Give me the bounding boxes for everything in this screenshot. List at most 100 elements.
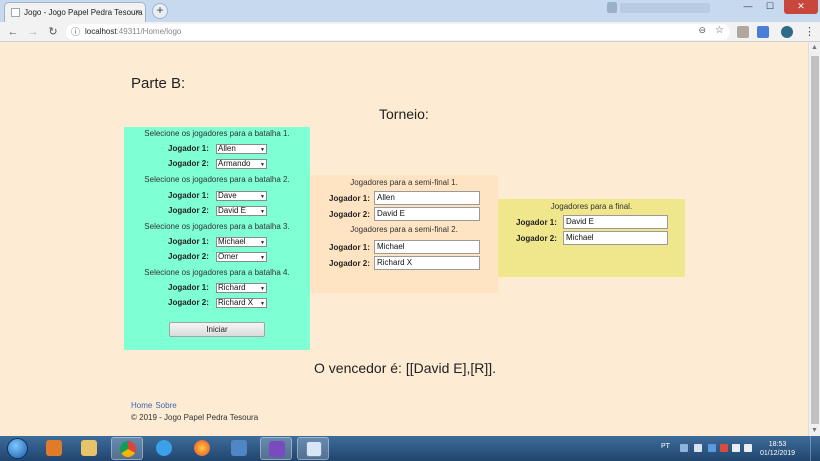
winner-text: O vencedor é: [[David E],[R]]. <box>314 360 497 376</box>
taskbar-media-player[interactable] <box>38 437 70 460</box>
extension-icon[interactable] <box>737 26 749 38</box>
profile-name-blurred <box>620 3 710 13</box>
taskbar-explorer[interactable] <box>73 437 105 460</box>
player2-label: Jogador 2: <box>168 206 209 215</box>
zoom-icon[interactable]: ⊖ <box>698 25 706 36</box>
close-window-button[interactable]: ✕ <box>784 0 818 14</box>
network-icon[interactable] <box>694 444 702 452</box>
extension-icon[interactable] <box>781 26 793 38</box>
semifinal-caption: Jogadores para a semi-final 2. <box>350 225 458 234</box>
semifinal2-player1-field[interactable]: Michael <box>374 240 480 254</box>
dropdown-arrow-icon: ▼ <box>260 286 265 292</box>
monitor-icon[interactable] <box>732 444 740 452</box>
semifinal2-player2-field[interactable]: Richard X <box>374 256 480 270</box>
player1-label: Jogador 1: <box>329 194 370 203</box>
bookmark-star-icon[interactable]: ☆ <box>715 25 724 36</box>
footer-links: Home Sobre <box>131 401 180 410</box>
clock-time: 18:53 <box>768 441 787 448</box>
battle4-player2-select[interactable]: Richard X ▼ <box>216 298 267 308</box>
system-tray: PT 18:53 01/12/2019 <box>656 436 820 461</box>
battle1-player2-select[interactable]: Armando ▼ <box>216 159 267 169</box>
url-text: localhost:49311/Home/logo <box>85 27 181 36</box>
final-player2-field[interactable]: Michael <box>563 231 668 245</box>
battle3-player1-select[interactable]: Michael ▼ <box>216 237 267 247</box>
about-link[interactable]: Sobre <box>155 401 176 410</box>
player2-label: Jogador 2: <box>329 210 370 219</box>
tray-arrow-icon[interactable] <box>680 444 688 452</box>
maximize-button[interactable]: ☐ <box>760 0 780 14</box>
battle-caption: Selecione os jogadores para a batalha 2. <box>144 175 290 184</box>
section-heading: Parte B: <box>131 75 186 92</box>
semifinal1-player1-field[interactable]: Allen <box>374 191 480 205</box>
media-player-icon <box>46 440 62 456</box>
profile-icon[interactable] <box>607 2 617 13</box>
dropdown-arrow-icon: ▼ <box>260 162 265 168</box>
battle-caption: Selecione os jogadores para a batalha 4. <box>144 268 290 277</box>
battle-caption: Selecione os jogadores para a batalha 3. <box>144 222 290 231</box>
firefox-icon <box>194 440 210 456</box>
scrollbar-thumb[interactable] <box>811 56 819 424</box>
taskbar-ie[interactable] <box>148 437 180 460</box>
taskbar: PT 18:53 01/12/2019 <box>0 436 820 461</box>
dropdown-arrow-icon: ▼ <box>260 209 265 215</box>
address-bar[interactable]: ⓘ localhost:49311/Home/logo ⊖ ☆ <box>66 24 730 40</box>
vertical-scrollbar[interactable]: ▲ ▼ <box>808 42 820 436</box>
scroll-down-icon[interactable]: ▼ <box>811 427 818 434</box>
minimize-button[interactable]: — <box>738 0 758 14</box>
battle3-player2-select[interactable]: Omer ▼ <box>216 252 267 262</box>
player1-label: Jogador 1: <box>168 144 209 153</box>
round1-panel: Selecione os jogadores para a batalha 1.… <box>124 127 310 350</box>
forward-arrow-icon[interactable]: → <box>26 25 40 39</box>
dropdown-arrow-icon: ▼ <box>260 301 265 307</box>
page-content: Parte B: Torneio: Selecione os jogadores… <box>0 42 808 436</box>
new-tab-button[interactable]: + <box>152 3 168 19</box>
reload-icon[interactable]: ↻ <box>46 25 60 39</box>
scroll-up-icon[interactable]: ▲ <box>811 44 818 51</box>
taskbar-visual-studio[interactable] <box>260 437 292 460</box>
dropdown-arrow-icon: ▼ <box>260 194 265 200</box>
browser-toolbar: ← → ↻ ⓘ localhost:49311/Home/logo ⊖ ☆ ⋮ <box>0 22 820 42</box>
semifinal1-player2-field[interactable]: David E <box>374 207 480 221</box>
show-desktop-button[interactable] <box>810 436 820 461</box>
taskbar-app[interactable] <box>223 437 255 460</box>
window-app-icon <box>306 441 322 457</box>
battle2-player1-select[interactable]: Dave ▼ <box>216 191 267 201</box>
tournament-heading: Torneio: <box>379 106 429 122</box>
back-arrow-icon[interactable]: ← <box>6 25 20 39</box>
info-icon[interactable]: ⓘ <box>71 25 80 38</box>
player1-label: Jogador 1: <box>516 218 557 227</box>
volume-icon[interactable] <box>744 444 752 452</box>
final-player1-field[interactable]: David E <box>563 215 668 229</box>
start-button[interactable] <box>2 436 32 461</box>
final-caption: Jogadores para a final. <box>550 202 633 211</box>
copyright-text: © 2019 - Jogo Papel Pedra Tesoura <box>131 413 259 422</box>
tab-close-icon[interactable]: × <box>135 7 140 17</box>
semifinal-caption: Jogadores para a semi-final 1. <box>350 178 458 187</box>
folder-icon <box>81 440 97 456</box>
flag-icon[interactable] <box>720 444 728 452</box>
extension-icon[interactable] <box>757 26 769 38</box>
browser-tab[interactable]: Jogo - Jogo Papel Pedra Tesoura × <box>4 2 146 22</box>
dropdown-arrow-icon: ▼ <box>260 147 265 153</box>
final-panel: Jogadores para a final. Jogador 1: David… <box>498 199 685 277</box>
url-host: localhost <box>85 27 117 36</box>
dropdown-arrow-icon: ▼ <box>260 255 265 261</box>
battle1-player1-select[interactable]: Allen ▼ <box>216 144 267 154</box>
battle4-player1-select[interactable]: Richard ▼ <box>216 283 267 293</box>
home-link[interactable]: Home <box>131 401 152 410</box>
battle-caption: Selecione os jogadores para a batalha 1. <box>144 129 290 138</box>
taskbar-chrome[interactable] <box>111 437 143 460</box>
taskbar-firefox[interactable] <box>186 437 218 460</box>
player1-label: Jogador 1: <box>168 283 209 292</box>
language-indicator[interactable]: PT <box>661 443 670 450</box>
clock[interactable]: 18:53 01/12/2019 <box>760 440 795 458</box>
taskbar-window[interactable] <box>297 437 329 460</box>
start-button[interactable]: Iniciar <box>169 322 265 337</box>
windows-logo-icon <box>7 438 28 459</box>
browser-tab-bar: Jogo - Jogo Papel Pedra Tesoura × + — ☐ … <box>0 0 820 22</box>
player1-label: Jogador 1: <box>168 237 209 246</box>
bluetooth-icon[interactable] <box>708 444 716 452</box>
player2-label: Jogador 2: <box>516 234 557 243</box>
browser-menu-icon[interactable]: ⋮ <box>804 25 815 38</box>
battle2-player2-select[interactable]: David E ▼ <box>216 206 267 216</box>
